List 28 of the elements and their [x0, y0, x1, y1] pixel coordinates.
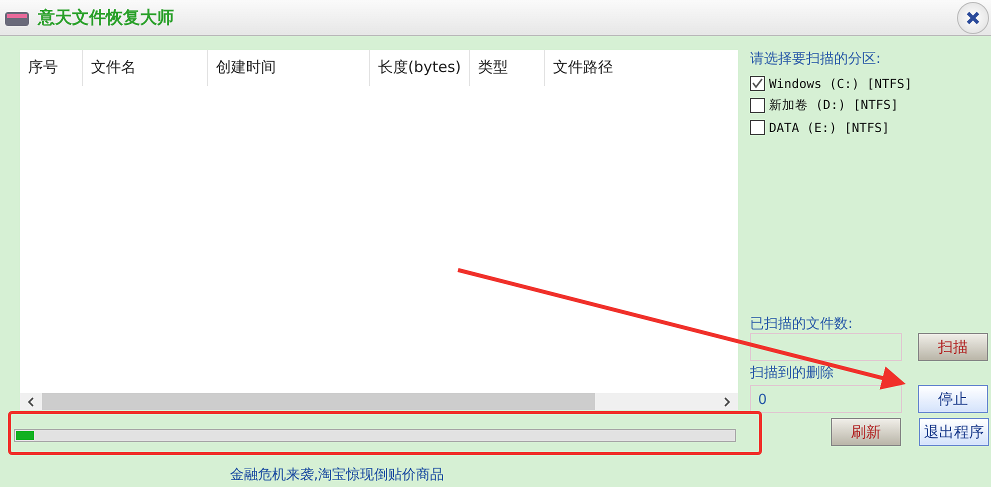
- deleted-count-field: 0: [750, 385, 902, 413]
- column-header[interactable]: 创建时间: [208, 50, 370, 86]
- close-icon: [966, 10, 980, 24]
- partition-label[interactable]: 新加卷 (D:) [NTFS]: [769, 97, 898, 114]
- column-header[interactable]: 文件路径: [545, 50, 738, 86]
- column-header[interactable]: 类型: [470, 50, 545, 86]
- partition-label[interactable]: DATA (E:) [NTFS]: [769, 120, 890, 135]
- window-title: 意天文件恢复大师: [38, 7, 174, 29]
- refresh-button[interactable]: 刷新: [831, 418, 901, 446]
- partition-label: 请选择要扫描的分区:: [750, 50, 881, 68]
- horizontal-scrollbar[interactable]: [20, 393, 738, 410]
- close-button[interactable]: [957, 2, 989, 34]
- partition-checkbox[interactable]: [750, 98, 765, 113]
- stop-button[interactable]: 停止: [918, 385, 988, 413]
- column-header[interactable]: 长度(bytes): [370, 50, 470, 86]
- scan-button[interactable]: 扫描: [918, 333, 988, 361]
- scroll-right-icon[interactable]: [723, 396, 731, 406]
- exit-button[interactable]: 退出程序: [919, 418, 989, 446]
- partition-label[interactable]: Windows (C:) [NTFS]: [769, 76, 912, 91]
- ad-link[interactable]: 金融危机来袭,淘宝惊现倒贴价商品: [230, 466, 444, 484]
- scanned-count-label: 已扫描的文件数:: [750, 315, 853, 333]
- scroll-left-icon[interactable]: [27, 396, 35, 406]
- partition-checkbox[interactable]: [750, 120, 765, 135]
- partition-checkbox[interactable]: [750, 76, 765, 91]
- column-header[interactable]: 文件名: [83, 50, 208, 86]
- column-header[interactable]: 序号: [20, 50, 83, 86]
- scrollbar-thumb[interactable]: [42, 393, 595, 410]
- deleted-count-label: 扫描到的删除: [750, 364, 834, 382]
